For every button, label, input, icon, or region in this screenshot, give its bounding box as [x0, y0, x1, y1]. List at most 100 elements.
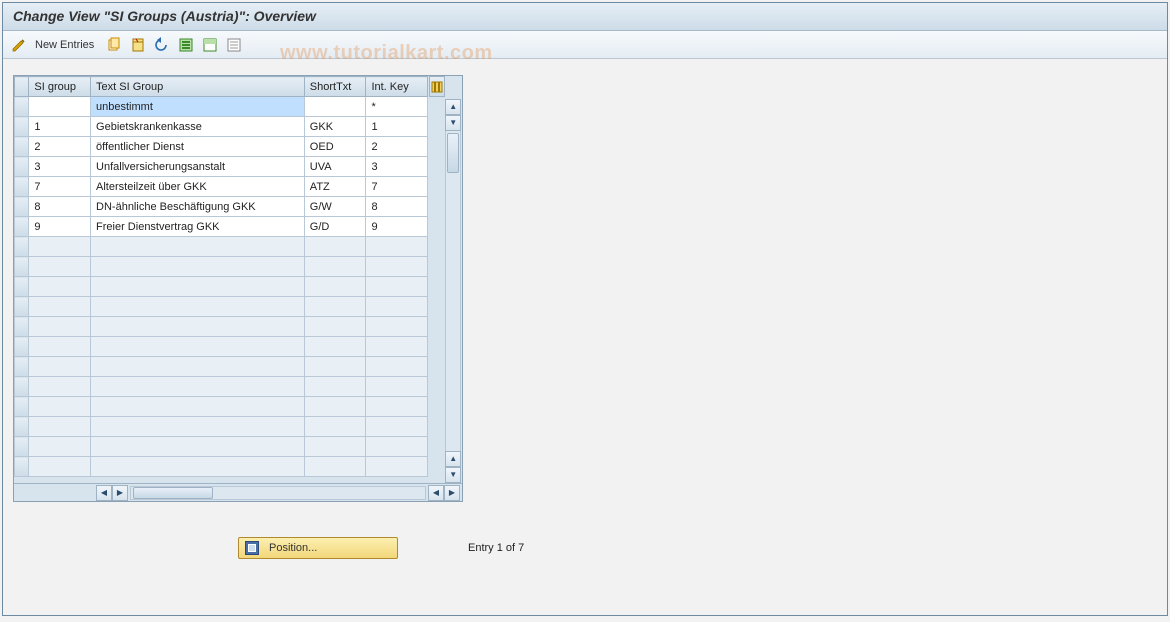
table-row[interactable]: 3UnfallversicherungsanstaltUVA3: [15, 157, 428, 177]
cell[interactable]: *: [366, 97, 428, 117]
cell-empty[interactable]: [91, 417, 305, 437]
cell-empty[interactable]: [304, 257, 366, 277]
copy-as-icon[interactable]: [104, 35, 124, 55]
toggle-display-change-icon[interactable]: [9, 35, 29, 55]
row-selector-header[interactable]: [15, 77, 29, 97]
cell-empty[interactable]: [91, 297, 305, 317]
cell-empty[interactable]: [29, 257, 91, 277]
cell[interactable]: ATZ: [304, 177, 366, 197]
cell-empty[interactable]: [366, 257, 428, 277]
cell-empty[interactable]: [304, 317, 366, 337]
cell-empty[interactable]: [366, 237, 428, 257]
cell[interactable]: GKK: [304, 117, 366, 137]
cell-empty[interactable]: [366, 297, 428, 317]
row-selector[interactable]: [15, 117, 29, 137]
vertical-scrollbar[interactable]: ▲ ▼ ▲ ▼: [445, 97, 461, 483]
cell-empty[interactable]: [91, 257, 305, 277]
row-selector[interactable]: [15, 257, 29, 277]
cell-empty[interactable]: [29, 237, 91, 257]
cell-empty[interactable]: [366, 357, 428, 377]
table-row-empty[interactable]: [15, 277, 428, 297]
table-row-empty[interactable]: [15, 397, 428, 417]
delete-icon[interactable]: [128, 35, 148, 55]
cell-empty[interactable]: [366, 437, 428, 457]
cell[interactable]: 1: [29, 117, 91, 137]
cell[interactable]: 8: [29, 197, 91, 217]
cell-empty[interactable]: [304, 437, 366, 457]
cell[interactable]: [304, 97, 366, 117]
row-selector[interactable]: [15, 357, 29, 377]
row-selector[interactable]: [15, 417, 29, 437]
cell-empty[interactable]: [366, 397, 428, 417]
table-row-empty[interactable]: [15, 357, 428, 377]
new-entries-button[interactable]: New Entries: [33, 39, 100, 51]
cell[interactable]: 3: [29, 157, 91, 177]
cell-empty[interactable]: [366, 337, 428, 357]
cell-empty[interactable]: [29, 397, 91, 417]
cell-empty[interactable]: [29, 337, 91, 357]
cell-empty[interactable]: [304, 397, 366, 417]
row-selector[interactable]: [15, 197, 29, 217]
cell[interactable]: unbestimmt: [91, 97, 305, 117]
cell-empty[interactable]: [91, 317, 305, 337]
undo-change-icon[interactable]: [152, 35, 172, 55]
vertical-scroll-track[interactable]: [445, 131, 461, 451]
row-selector[interactable]: [15, 217, 29, 237]
cell-empty[interactable]: [91, 397, 305, 417]
cell[interactable]: Unfallversicherungsanstalt: [91, 157, 305, 177]
cell[interactable]: 8: [366, 197, 428, 217]
cell-empty[interactable]: [29, 317, 91, 337]
cell[interactable]: 9: [29, 217, 91, 237]
cell-empty[interactable]: [304, 277, 366, 297]
cell[interactable]: 2: [29, 137, 91, 157]
cell-empty[interactable]: [304, 337, 366, 357]
cell-empty[interactable]: [29, 377, 91, 397]
table-row-empty[interactable]: [15, 317, 428, 337]
cell-empty[interactable]: [91, 357, 305, 377]
table-row[interactable]: unbestimmt *: [15, 97, 428, 117]
cell-empty[interactable]: [304, 417, 366, 437]
scroll-up-button[interactable]: ▲: [445, 99, 461, 115]
cell-empty[interactable]: [91, 237, 305, 257]
cell-empty[interactable]: [304, 357, 366, 377]
table-row-empty[interactable]: [15, 377, 428, 397]
row-selector[interactable]: [15, 157, 29, 177]
horizontal-scrollbar[interactable]: ◀ ▶ ◀ ▶: [14, 483, 462, 501]
col-header-int-key[interactable]: Int. Key: [366, 77, 428, 97]
scroll-down-button[interactable]: ▼: [445, 115, 461, 131]
cell-empty[interactable]: [366, 457, 428, 477]
deselect-all-icon[interactable]: [224, 35, 244, 55]
cell[interactable]: öffentlicher Dienst: [91, 137, 305, 157]
cell-empty[interactable]: [91, 457, 305, 477]
row-selector[interactable]: [15, 317, 29, 337]
table-row[interactable]: 7Altersteilzeit über GKKATZ7: [15, 177, 428, 197]
cell-empty[interactable]: [366, 417, 428, 437]
table-row-empty[interactable]: [15, 297, 428, 317]
table-row-empty[interactable]: [15, 437, 428, 457]
scroll-down-end-button[interactable]: ▼: [445, 467, 461, 483]
cell[interactable]: 7: [29, 177, 91, 197]
col-header-shorttxt[interactable]: ShortTxt: [304, 77, 366, 97]
scroll-right-button[interactable]: ▶: [112, 485, 128, 501]
si-groups-table[interactable]: SI group Text SI Group ShortTxt Int. Key…: [14, 76, 428, 477]
position-button[interactable]: Position...: [238, 537, 398, 559]
table-row-empty[interactable]: [15, 257, 428, 277]
row-selector[interactable]: [15, 437, 29, 457]
cell-empty[interactable]: [304, 237, 366, 257]
table-row[interactable]: 2öffentlicher DienstOED2: [15, 137, 428, 157]
cell-empty[interactable]: [29, 357, 91, 377]
cell[interactable]: 1: [366, 117, 428, 137]
scroll-left-end-button[interactable]: ◀: [428, 485, 444, 501]
cell-empty[interactable]: [91, 377, 305, 397]
table-row-empty[interactable]: [15, 457, 428, 477]
cell-empty[interactable]: [29, 437, 91, 457]
cell-empty[interactable]: [29, 277, 91, 297]
cell-empty[interactable]: [304, 457, 366, 477]
cell[interactable]: 7: [366, 177, 428, 197]
select-all-icon[interactable]: [176, 35, 196, 55]
table-row-empty[interactable]: [15, 337, 428, 357]
row-selector[interactable]: [15, 277, 29, 297]
cell[interactable]: G/D: [304, 217, 366, 237]
row-selector[interactable]: [15, 237, 29, 257]
cell[interactable]: 3: [366, 157, 428, 177]
